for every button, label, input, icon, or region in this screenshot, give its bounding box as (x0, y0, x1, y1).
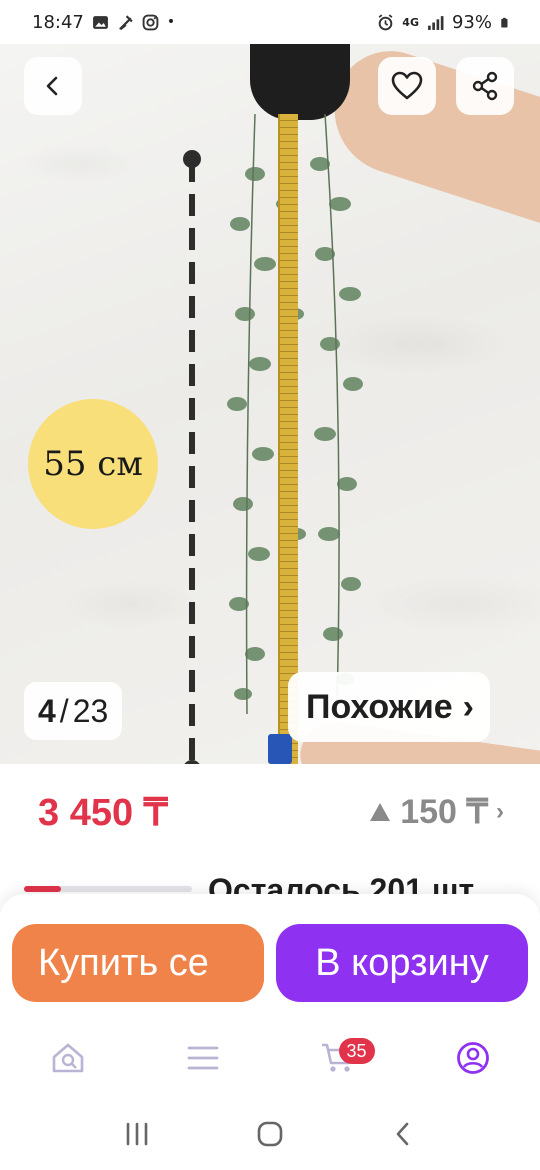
instagram-icon (142, 14, 159, 30)
status-bar: 18:47 • 4G 93% (0, 0, 540, 44)
buy-now-label: Купить се (38, 941, 209, 984)
photo-counter-total: 23 (72, 692, 109, 729)
alarm-icon (378, 13, 393, 30)
recent-apps-button[interactable] (107, 1110, 167, 1158)
bonus-value: 150 ₸ (400, 793, 488, 831)
size-label: 55 см (43, 444, 143, 484)
battery-percent: 93% (451, 11, 492, 33)
status-right: 4G 93% (377, 12, 510, 33)
profile-icon (456, 1042, 489, 1074)
similar-button[interactable]: Похожие › (288, 672, 490, 742)
tab-profile[interactable] (438, 1028, 508, 1088)
cleaner-icon (119, 14, 133, 30)
share-icon (472, 71, 498, 101)
home-search-icon (52, 1043, 83, 1073)
add-to-cart-button[interactable]: В корзину (276, 924, 528, 1002)
battery-icon (501, 17, 508, 27)
size-badge: 55 см (28, 399, 158, 529)
bottom-tab-bar: 35 (0, 1018, 540, 1098)
photo-counter-separator: / (59, 692, 69, 729)
heart-icon (391, 71, 423, 100)
action-panel: Купить се В корзину (0, 894, 540, 1018)
photo-pot (250, 44, 350, 120)
network-label: 4G (402, 15, 419, 29)
back-button[interactable] (24, 57, 82, 115)
back-chevron-icon (397, 1122, 409, 1146)
photo-ruler (278, 114, 298, 764)
system-nav-bar (0, 1098, 540, 1170)
notification-dot: • (166, 14, 176, 30)
bonus-info[interactable]: 150 ₸ › (368, 792, 504, 832)
signal-icon (428, 15, 444, 30)
product-page: 18:47 • 4G 93% 55 см 4 / 23 Похожие › 3 … (0, 0, 540, 1170)
similar-label: Похожие (306, 687, 453, 726)
price-row: 3 450 ₸ 150 ₸ › (0, 784, 540, 840)
status-left: 18:47 • (32, 12, 175, 33)
home-circle-icon (257, 1121, 283, 1147)
tab-home[interactable] (33, 1028, 103, 1088)
recent-apps-icon (126, 1122, 147, 1146)
product-price: 3 450 ₸ (38, 791, 168, 834)
tab-cart[interactable]: 35 (303, 1028, 375, 1088)
buy-now-button[interactable]: Купить се (12, 924, 264, 1002)
favorite-button[interactable] (378, 57, 436, 115)
buy-now-fade (204, 924, 264, 1002)
gallery-icon (92, 15, 108, 29)
home-button[interactable] (240, 1110, 300, 1158)
photo-ruler-clip (268, 734, 292, 764)
system-back-button[interactable] (373, 1110, 433, 1158)
menu-icon (187, 1046, 218, 1070)
photo-counter: 4 / 23 (24, 682, 123, 740)
tab-catalog[interactable] (168, 1028, 238, 1088)
product-photo[interactable]: 55 см (0, 44, 540, 764)
status-time: 18:47 (32, 11, 84, 33)
triangle-up-icon (370, 803, 391, 821)
share-button[interactable] (456, 57, 514, 115)
add-to-cart-label: В корзину (315, 941, 489, 984)
chevron-left-icon (46, 76, 58, 96)
measure-line (189, 160, 195, 764)
stock-progress (24, 886, 192, 892)
bonus-arrow: › (496, 798, 504, 825)
cart-count-badge: 35 (338, 1038, 375, 1064)
photo-counter-current: 4 (38, 692, 56, 729)
similar-arrow: › (462, 687, 474, 726)
stock-progress-fill (24, 886, 61, 892)
